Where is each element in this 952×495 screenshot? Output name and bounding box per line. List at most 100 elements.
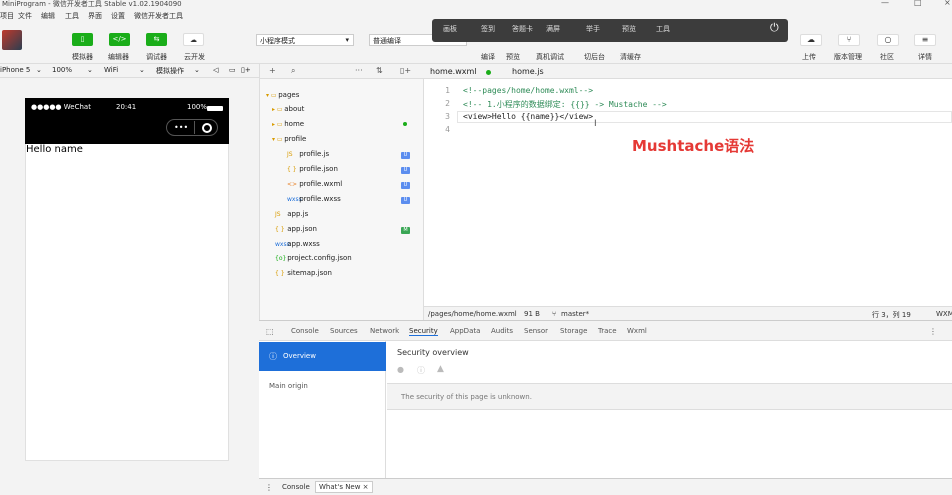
- tree-item-profile-wxss[interactable]: wxss profile.wxss: [287, 194, 341, 205]
- detach-icon[interactable]: ▯+: [241, 66, 251, 74]
- tree-item-label: app.wxss: [287, 240, 320, 248]
- tree-item-label: profile.wxss: [299, 195, 341, 203]
- mode-select[interactable]: 小程序模式 ▾: [256, 34, 354, 46]
- tree-item-sitemap[interactable]: { } sitemap.json: [275, 268, 332, 279]
- tab-home-wxml[interactable]: home.wxml: [430, 67, 477, 76]
- chevron-down-icon[interactable]: ⌄: [87, 66, 93, 74]
- menu-project[interactable]: 项目: [0, 11, 14, 21]
- menu-settings[interactable]: 设置: [111, 11, 125, 21]
- overlay-draw[interactable]: 画板: [443, 24, 457, 34]
- overlay-raise-hand[interactable]: 举手: [586, 24, 600, 34]
- inspect-icon[interactable]: ⬚: [266, 327, 274, 336]
- simulator-label: 模拟器: [72, 53, 93, 61]
- device-select[interactable]: iPhone 5: [0, 66, 30, 74]
- chevron-down-icon[interactable]: ⌄: [36, 66, 42, 74]
- tab-trace[interactable]: Trace: [598, 327, 617, 335]
- upload-button[interactable]: ☁: [800, 34, 822, 46]
- overlay-fullscreen[interactable]: 满屏: [546, 24, 560, 34]
- zoom-select[interactable]: 100%: [52, 66, 72, 74]
- capsule-menu[interactable]: •••: [166, 119, 218, 136]
- tree-item-app-js[interactable]: JS app.js: [275, 209, 308, 220]
- screen-icon[interactable]: ▭: [229, 66, 236, 74]
- compile-label[interactable]: 编译: [481, 52, 495, 62]
- menu-view[interactable]: 界面: [88, 11, 102, 21]
- phone-screen[interactable]: Hello name: [25, 98, 229, 461]
- remote-debug-label[interactable]: 真机调试: [536, 52, 564, 62]
- community-button[interactable]: ○: [877, 34, 899, 46]
- tree-item-about[interactable]: ▸ ▭ about: [272, 104, 304, 115]
- language-mode[interactable]: WXML: [936, 310, 952, 318]
- overlay-answer-card[interactable]: 答题卡: [512, 24, 533, 34]
- more-icon[interactable]: ···: [355, 66, 363, 75]
- text-cursor-icon: I: [594, 119, 597, 129]
- overlay-checkin[interactable]: 签到: [481, 24, 495, 34]
- tab-wxml[interactable]: Wxml: [627, 327, 647, 335]
- menu-devtools[interactable]: 微信开发者工具: [134, 11, 183, 21]
- version-button[interactable]: ⑂: [838, 34, 860, 46]
- drawer-tab-console[interactable]: Console: [282, 483, 310, 491]
- avatar[interactable]: [2, 30, 22, 50]
- capsule-divider: [194, 121, 195, 134]
- add-icon[interactable]: +: [269, 66, 276, 75]
- tab-home-js[interactable]: home.js: [512, 67, 544, 76]
- tree-item-profile[interactable]: ▾ ▭ profile: [272, 134, 306, 145]
- tab-audits[interactable]: Audits: [491, 327, 513, 335]
- cloud-dev-button[interactable]: ☁: [183, 33, 204, 46]
- tab-sensor[interactable]: Sensor: [524, 327, 548, 335]
- editor-toggle-button[interactable]: </>: [109, 33, 130, 46]
- volume-icon[interactable]: ◁: [213, 66, 218, 74]
- chevron-down-icon[interactable]: ⌄: [139, 66, 145, 74]
- background-label[interactable]: 切后台: [584, 52, 605, 62]
- drawer-tab-whats-new[interactable]: What's New ×: [315, 481, 373, 493]
- security-unknown-text: The security of this page is unknown.: [401, 393, 532, 401]
- network-select[interactable]: WiFi: [104, 66, 118, 74]
- cursor-position[interactable]: 行 3，列 19: [872, 310, 911, 320]
- close-mini-icon[interactable]: [202, 123, 212, 133]
- menu-edit[interactable]: 编辑: [41, 11, 55, 21]
- simulator-toggle-button[interactable]: ▯: [72, 33, 93, 46]
- menu-tools[interactable]: 工具: [65, 11, 79, 21]
- tree-item-profile-json[interactable]: { } profile.json: [287, 164, 338, 175]
- tab-security[interactable]: Security: [409, 327, 438, 336]
- tab-network[interactable]: Network: [370, 327, 399, 335]
- menu-file[interactable]: 文件: [18, 11, 32, 21]
- more-vert-icon[interactable]: ⋮: [929, 327, 937, 336]
- preview-label[interactable]: 预览: [506, 52, 520, 62]
- tree-item-profile-js[interactable]: JS profile.js: [287, 149, 329, 160]
- tab-appdata[interactable]: AppData: [450, 327, 480, 335]
- chevron-down-icon[interactable]: ⌄: [194, 66, 200, 74]
- maximize-button[interactable]: □: [914, 0, 922, 7]
- tab-console[interactable]: Console: [291, 327, 319, 335]
- community-label: 社区: [880, 53, 894, 61]
- tree-item-pages[interactable]: ▾ ▭ pages: [266, 90, 299, 101]
- tree-item-project-config[interactable]: {o} project.config.json: [275, 253, 352, 264]
- sort-icon[interactable]: ⇅: [376, 66, 383, 75]
- menu-icon: ≡: [921, 35, 929, 44]
- close-window-button[interactable]: ×: [944, 0, 951, 7]
- overlay-tools[interactable]: 工具: [656, 24, 670, 34]
- git-branch[interactable]: master*: [561, 310, 589, 318]
- more-icon[interactable]: •••: [174, 123, 188, 132]
- power-icon[interactable]: ⏻: [770, 21, 779, 35]
- tree-item-home[interactable]: ▸ ▭ home: [272, 119, 304, 130]
- overlay-preview[interactable]: 预览: [622, 24, 636, 34]
- chevron-down-icon: ▾: [345, 36, 349, 44]
- tree-item-app-wxss[interactable]: wxss app.wxss: [275, 239, 320, 250]
- debug-icon: ⇆: [153, 35, 160, 43]
- more-vert-icon[interactable]: ⋮: [265, 483, 273, 492]
- security-overview-item[interactable]: ⓘ Overview: [259, 342, 386, 371]
- mustache-annotation: Mushtache语法: [632, 137, 755, 155]
- details-button[interactable]: ≡: [914, 34, 936, 46]
- tree-item-app-json[interactable]: { } app.json: [275, 224, 317, 235]
- tree-item-profile-wxml[interactable]: <> profile.wxml: [287, 179, 342, 190]
- search-icon[interactable]: ⌕: [291, 66, 295, 76]
- minimize-button[interactable]: —: [881, 0, 889, 7]
- clear-cache-label[interactable]: 清缓存: [620, 52, 641, 62]
- tab-sources[interactable]: Sources: [330, 327, 358, 335]
- simulate-action-select[interactable]: 模拟操作: [156, 66, 184, 76]
- new-folder-icon[interactable]: ▯+: [400, 66, 411, 75]
- debugger-toggle-button[interactable]: ⇆: [146, 33, 167, 46]
- main-origin-label[interactable]: Main origin: [269, 382, 308, 390]
- file-tree: [259, 79, 424, 320]
- tab-storage[interactable]: Storage: [560, 327, 587, 335]
